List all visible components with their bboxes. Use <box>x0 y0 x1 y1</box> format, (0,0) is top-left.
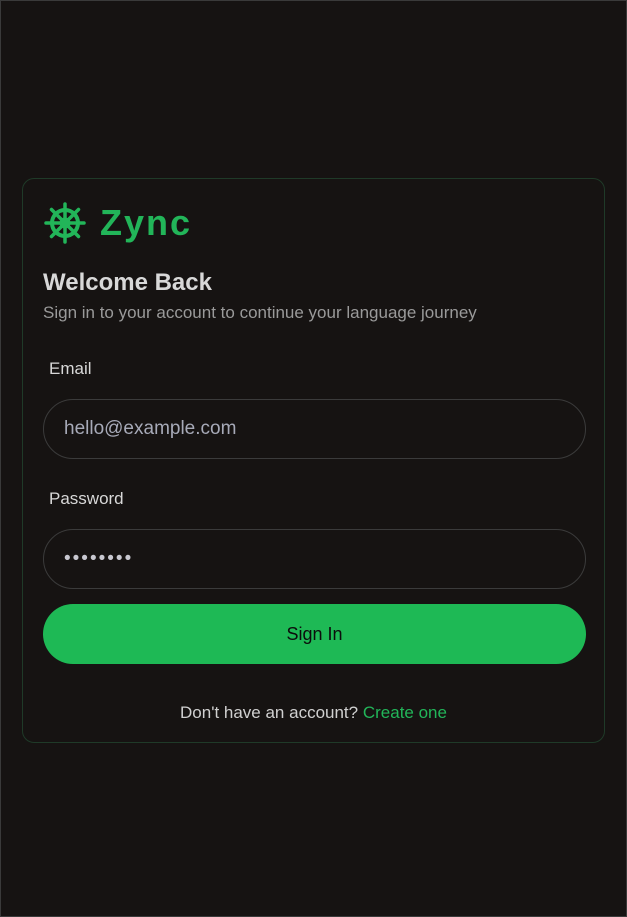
create-account-link[interactable]: Create one <box>363 703 447 722</box>
app-window: Zync Welcome Back Sign in to your accoun… <box>0 0 627 917</box>
email-label: Email <box>49 359 92 378</box>
page-title: Welcome Back <box>43 269 212 296</box>
ship-wheel-icon <box>44 202 86 244</box>
password-label: Password <box>49 489 124 508</box>
login-card: Zync Welcome Back Sign in to your accoun… <box>22 178 605 743</box>
brand-name: Zync <box>100 202 193 243</box>
sign-in-button[interactable]: Sign In <box>43 604 586 664</box>
email-input[interactable] <box>43 399 586 459</box>
password-input[interactable] <box>43 529 586 589</box>
signup-prompt: Don't have an account? Create one <box>23 703 604 723</box>
page-subtitle: Sign in to your account to continue your… <box>43 303 477 322</box>
brand: Zync <box>44 202 192 244</box>
signup-prompt-text: Don't have an account? <box>180 703 359 722</box>
